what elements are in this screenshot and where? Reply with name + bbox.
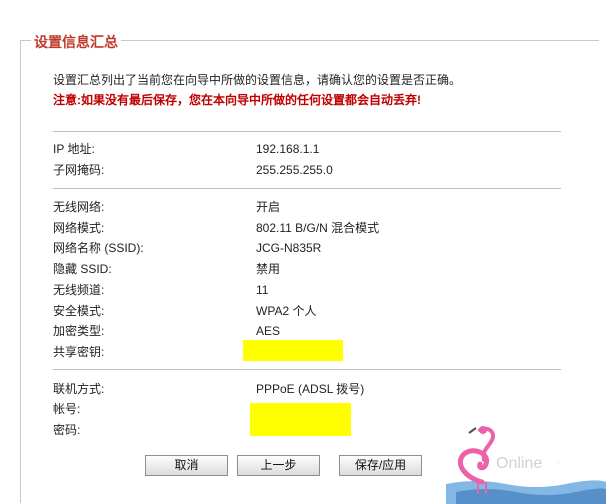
row-value: AES bbox=[256, 324, 281, 338]
row-label: 网络模式: bbox=[53, 221, 105, 235]
row-value: 开启 bbox=[256, 200, 281, 214]
row-wireless-enabled: 无线网络: 开启 bbox=[53, 197, 553, 218]
row-encryption: 加密类型: AES bbox=[53, 321, 553, 342]
row-value: PPPoE (ADSL 拨号) bbox=[256, 382, 365, 396]
row-connection-type: 联机方式: PPPoE (ADSL 拨号) bbox=[53, 379, 553, 400]
row-label: 隐藏 SSID: bbox=[53, 262, 112, 276]
svg-text:·: · bbox=[556, 453, 561, 469]
flamingo-watermark-icon: Online · bbox=[446, 426, 606, 504]
row-value: 255.255.255.0 bbox=[256, 163, 333, 177]
divider bbox=[53, 369, 561, 370]
row-value: 11 bbox=[256, 283, 269, 297]
row-label: 子网掩码: bbox=[53, 163, 105, 177]
row-label: 共享密钥: bbox=[53, 345, 105, 359]
svg-text:Online: Online bbox=[496, 455, 542, 472]
row-label: 联机方式: bbox=[53, 382, 105, 396]
row-label: 无线网络: bbox=[53, 200, 105, 214]
save-apply-button[interactable]: 保存/应用 bbox=[339, 455, 422, 476]
intro-warning: 注意:如果没有最后保存，您在本向导中所做的任何设置都会自动丢弃! bbox=[53, 90, 461, 110]
row-ip-address: IP 地址: 192.168.1.1 bbox=[53, 139, 553, 160]
row-value: 192.168.1.1 bbox=[256, 142, 320, 156]
row-hide-ssid: 隐藏 SSID: 禁用 bbox=[53, 259, 553, 280]
row-subnet-mask: 子网掩码: 255.255.255.0 bbox=[53, 160, 553, 181]
warning-prefix: 注意: bbox=[53, 93, 81, 107]
row-security-mode: 安全模式: WPA2 个人 bbox=[53, 301, 553, 322]
divider bbox=[53, 188, 561, 189]
divider bbox=[53, 131, 561, 132]
intro-description: 设置汇总列出了当前您在向导中所做的设置信息，请确认您的设置是否正确。 bbox=[53, 73, 462, 87]
row-label: 安全模式: bbox=[53, 304, 105, 318]
row-label: 无线频道: bbox=[53, 283, 105, 297]
row-label: 密码: bbox=[53, 423, 81, 437]
section-title: 设置信息汇总 bbox=[31, 32, 121, 52]
row-value: JCG-N835R bbox=[256, 241, 322, 255]
warning-text: 如果没有最后保存，您在本向导中所做的任何设置都会自动丢弃! bbox=[81, 93, 421, 107]
row-channel: 无线频道: 11 bbox=[53, 280, 553, 301]
account-password-redaction bbox=[250, 403, 351, 436]
row-label: IP 地址: bbox=[53, 142, 95, 156]
row-value: 802.11 B/G/N 混合模式 bbox=[256, 221, 380, 235]
previous-button[interactable]: 上一步 bbox=[237, 455, 320, 476]
row-ssid: 网络名称 (SSID): JCG-N835R bbox=[53, 238, 553, 259]
row-label: 加密类型: bbox=[53, 324, 105, 338]
row-value: 禁用 bbox=[256, 262, 281, 276]
shared-key-redaction bbox=[243, 340, 343, 361]
cancel-button[interactable]: 取消 bbox=[145, 455, 228, 476]
row-value: WPA2 个人 bbox=[256, 304, 317, 318]
row-network-mode: 网络模式: 802.11 B/G/N 混合模式 bbox=[53, 218, 553, 239]
intro-text: 设置汇总列出了当前您在向导中所做的设置信息，请确认您的设置是否正确。 注意:如果… bbox=[53, 70, 461, 110]
row-label: 帐号: bbox=[53, 402, 81, 416]
row-label: 网络名称 (SSID): bbox=[53, 241, 144, 255]
